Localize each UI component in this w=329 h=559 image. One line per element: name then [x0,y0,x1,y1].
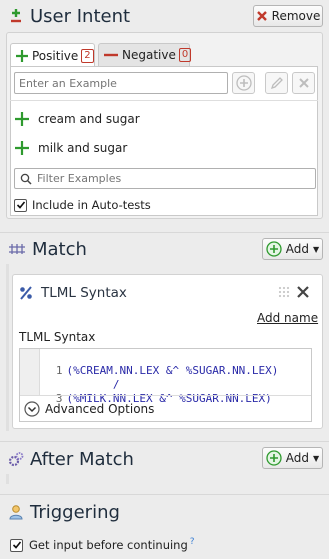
drag-handle-icon[interactable] [278,286,290,298]
remove-button-label: Remove [271,9,321,23]
after-match-add-label: Add [285,451,310,465]
code-text: (%CREAM.NN.LEX &^ %SUGAR.NN.LEX) [66,364,279,377]
tlml-close-button[interactable] [296,285,310,299]
tab-positive[interactable]: Positive 2 [10,43,95,67]
match-header: Match [8,237,87,261]
tab-negative-count: 0 [178,48,192,62]
add-circle-icon [266,241,282,257]
minus-icon [103,50,119,60]
add-example-button[interactable] [232,72,255,94]
code-lines: 1(%CREAM.NN.LEX &^ %SUGAR.NN.LEX) 2 / 3(… [22,350,310,405]
section-divider [0,441,329,442]
advanced-options-label: Advanced Options [45,402,155,416]
search-icon [20,173,32,185]
section-divider [0,232,329,233]
user-intent-title: User Intent [30,5,131,27]
close-icon [298,77,310,89]
autotest-row[interactable]: Include in Auto-tests [14,196,151,214]
triggering-header: Triggering [8,500,120,524]
advanced-divider [20,395,311,396]
percent-icon [19,286,33,300]
tlml-card-header: TLML Syntax [19,282,127,304]
dropdown-caret-icon: ▼ [313,453,320,463]
add-name-link[interactable]: Add name [257,311,318,325]
delete-example-button[interactable] [292,72,315,94]
after-match-header: After Match [8,447,134,471]
list-item[interactable]: milk and sugar [14,137,314,159]
tlml-card-title: TLML Syntax [41,285,127,301]
user-intent-icon [8,7,24,25]
help-icon[interactable]: ? [190,537,195,547]
remove-button[interactable]: Remove [253,5,323,27]
gears-icon [8,451,24,467]
filter-input[interactable] [37,172,307,185]
match-icon [8,242,26,256]
examples-divider [10,100,318,101]
add-circle-icon [266,450,282,466]
pencil-icon [270,76,284,90]
line-number: 2 [49,378,63,392]
triggering-title: Triggering [30,501,120,523]
after-match-rail [6,474,9,484]
plus-icon [15,49,29,63]
user-icon [8,504,24,520]
code-text: / [66,378,120,391]
dropdown-caret-icon: ▼ [313,244,320,254]
get-input-row[interactable]: Get input before continuing ? [10,536,195,554]
match-rail [6,264,9,431]
match-title: Match [32,238,87,260]
section-divider [0,494,329,495]
line-number: 1 [55,364,63,377]
chevron-down-icon [24,401,40,417]
tab-positive-count: 2 [81,48,94,63]
example-text: milk and sugar [38,141,128,155]
advanced-options-toggle[interactable]: Advanced Options [24,399,154,419]
example-input[interactable] [14,72,228,94]
example-text: cream and sugar [38,112,140,126]
checkmark-icon [16,201,25,209]
code-line: 1 (%CREAM.NN.LEX &^ %SUGAR.NN.LEX) [22,350,310,377]
close-icon [256,10,268,22]
get-input-label: Get input before continuing [29,538,188,552]
edit-example-button[interactable] [265,72,288,94]
match-add-label: Add [285,242,310,256]
filter-field[interactable] [14,168,316,189]
user-intent-header: User Intent [8,4,130,28]
autotest-label: Include in Auto-tests [32,198,151,212]
get-input-checkbox[interactable] [10,538,23,552]
plus-icon [14,111,30,127]
tlml-syntax-label: TLML Syntax [19,330,96,344]
after-match-title: After Match [30,448,134,470]
match-add-button[interactable]: Add ▼ [262,238,323,260]
list-item[interactable]: cream and sugar [14,108,314,130]
tab-negative-label: Negative [122,48,176,62]
close-icon [297,286,309,298]
after-match-add-button[interactable]: Add ▼ [262,447,323,469]
checkmark-icon [12,541,21,549]
plus-icon [14,140,30,156]
autotest-checkbox[interactable] [14,198,27,212]
add-circle-icon [235,75,252,91]
tab-positive-label: Positive [32,48,79,63]
tab-negative[interactable]: Negative 0 [98,43,192,66]
